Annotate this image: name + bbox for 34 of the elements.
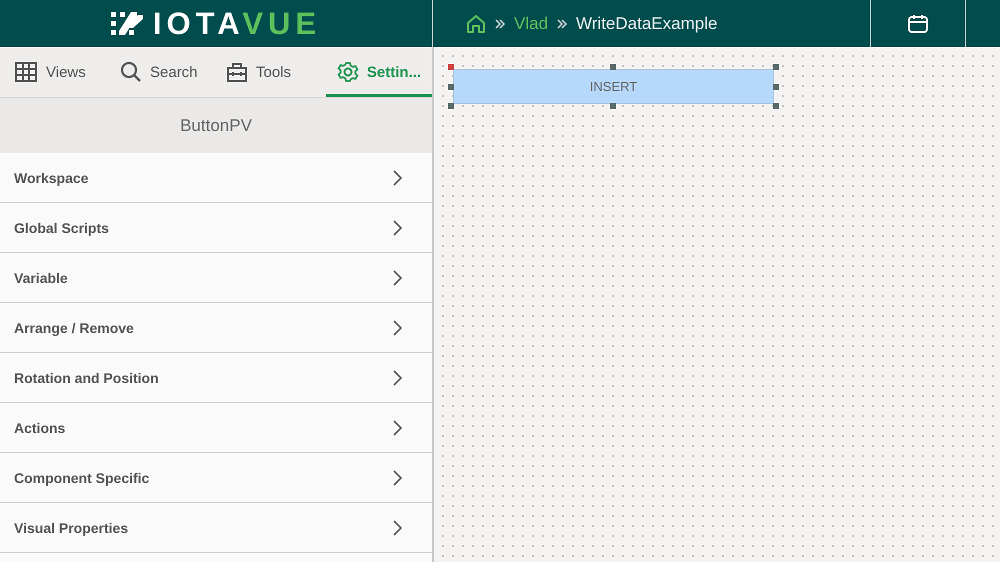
selection-handle[interactable] (773, 103, 779, 109)
selection-handle[interactable] (610, 103, 616, 109)
chevron-right-icon (392, 470, 402, 486)
breadcrumb-link[interactable]: Vlad (514, 14, 548, 34)
selection-handle[interactable] (448, 103, 454, 109)
panel-title: ButtonPV (0, 98, 432, 153)
chevron-icon (556, 18, 568, 30)
tab[interactable]: Views (8, 50, 114, 97)
tab[interactable]: Tools (220, 50, 326, 97)
toolbox-icon (226, 61, 248, 83)
chevron-right-icon (392, 520, 402, 536)
selection-handle[interactable] (610, 64, 616, 70)
selection-handle[interactable] (448, 84, 454, 90)
search-icon (120, 61, 142, 83)
grid-icon (14, 61, 38, 83)
chevron-right-icon (392, 420, 402, 436)
chevron-right-icon (392, 320, 402, 336)
selection-handle[interactable] (773, 84, 779, 90)
settings-icon (336, 61, 359, 83)
home-icon[interactable] (466, 14, 486, 34)
chevron-right-icon (392, 220, 402, 236)
chevron-right-icon (392, 170, 402, 186)
insert-button[interactable]: INSERT (453, 69, 774, 104)
chevron-right-icon (392, 370, 402, 386)
selection-handle[interactable] (448, 64, 454, 70)
logo-mark-icon (110, 12, 143, 36)
chevron-right-icon (392, 270, 402, 286)
calendar-icon[interactable] (907, 12, 929, 34)
breadcrumb-current: WriteDataExample (576, 14, 718, 34)
design-canvas[interactable]: INSERT (434, 47, 1000, 562)
selection-handle[interactable] (773, 64, 779, 70)
chevron-icon (494, 18, 506, 30)
tab[interactable]: Search (114, 50, 220, 97)
logo-text: IOTAVUE (152, 8, 322, 39)
